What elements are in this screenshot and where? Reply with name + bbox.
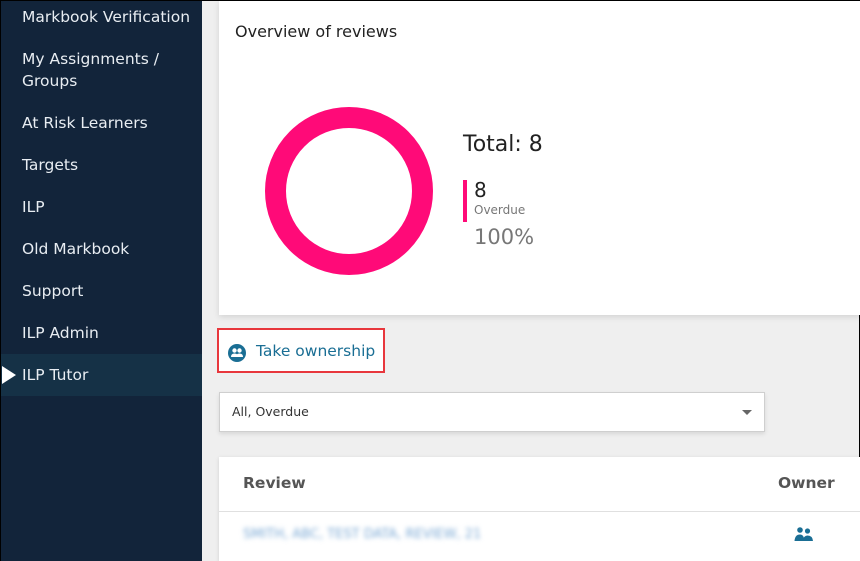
sidebar-item-ilp-admin[interactable]: ILP Admin xyxy=(1,322,202,344)
sidebar-item-support[interactable]: Support xyxy=(1,280,202,302)
sidebar-item-label: At Risk Learners xyxy=(22,114,148,132)
reviews-table: Review Owner SMITH, ABC, TEST DATA, REVI… xyxy=(219,457,860,561)
overview-card: Overview of reviews Total: 8 8 Overdue 1… xyxy=(219,1,860,315)
users-icon xyxy=(228,344,246,362)
sidebar-item-label: ILP Tutor xyxy=(22,366,89,384)
sidebar-item-label: My Assignments / Groups xyxy=(22,50,159,90)
sidebar-item-ilp-tutor[interactable]: ILP Tutor xyxy=(1,354,202,396)
review-link[interactable]: SMITH, ABC, TEST DATA, REVIEW, 21 xyxy=(243,527,481,542)
header-divider xyxy=(219,511,860,512)
column-header-owner[interactable]: Owner xyxy=(778,474,835,492)
sidebar-item-targets[interactable]: Targets xyxy=(1,154,202,176)
sidebar-item-label: Old Markbook xyxy=(22,240,130,258)
reviews-donut-chart xyxy=(265,107,433,275)
sidebar: Markbook Verification My Assignments / G… xyxy=(1,1,202,561)
legend-count-overdue: 8 xyxy=(474,178,487,202)
total-label: Total: 8 xyxy=(463,132,543,157)
review-filter-select[interactable]: All, Overdue xyxy=(219,392,765,432)
donut-slice-overdue xyxy=(265,107,433,275)
take-ownership-label: Take ownership xyxy=(256,342,376,360)
chevron-down-icon xyxy=(742,410,752,415)
legend-color-bar-overdue xyxy=(463,180,467,222)
sidebar-item-markbook-verification[interactable]: Markbook Verification xyxy=(1,6,202,28)
sidebar-item-label: Support xyxy=(22,282,84,300)
sidebar-item-label: ILP Admin xyxy=(22,324,99,342)
active-indicator-icon xyxy=(2,366,16,384)
sidebar-item-label: ILP xyxy=(22,198,45,216)
legend-label-overdue: Overdue xyxy=(474,203,526,217)
sidebar-item-label: Targets xyxy=(22,156,79,174)
sidebar-item-at-risk-learners[interactable]: At Risk Learners xyxy=(1,112,202,134)
users-icon[interactable] xyxy=(794,526,814,546)
sidebar-item-ilp[interactable]: ILP xyxy=(1,196,202,218)
sidebar-item-my-assignments-groups[interactable]: My Assignments / Groups xyxy=(1,48,202,92)
take-ownership-button[interactable]: Take ownership xyxy=(217,328,385,373)
sidebar-item-label: Markbook Verification xyxy=(22,8,191,26)
card-title: Overview of reviews xyxy=(235,22,398,41)
sidebar-item-old-markbook[interactable]: Old Markbook xyxy=(1,238,202,260)
content-gutter xyxy=(202,1,219,561)
column-header-review[interactable]: Review xyxy=(243,474,306,492)
legend-percent-overdue: 100% xyxy=(474,225,535,249)
filter-selected-value: All, Overdue xyxy=(232,404,309,419)
